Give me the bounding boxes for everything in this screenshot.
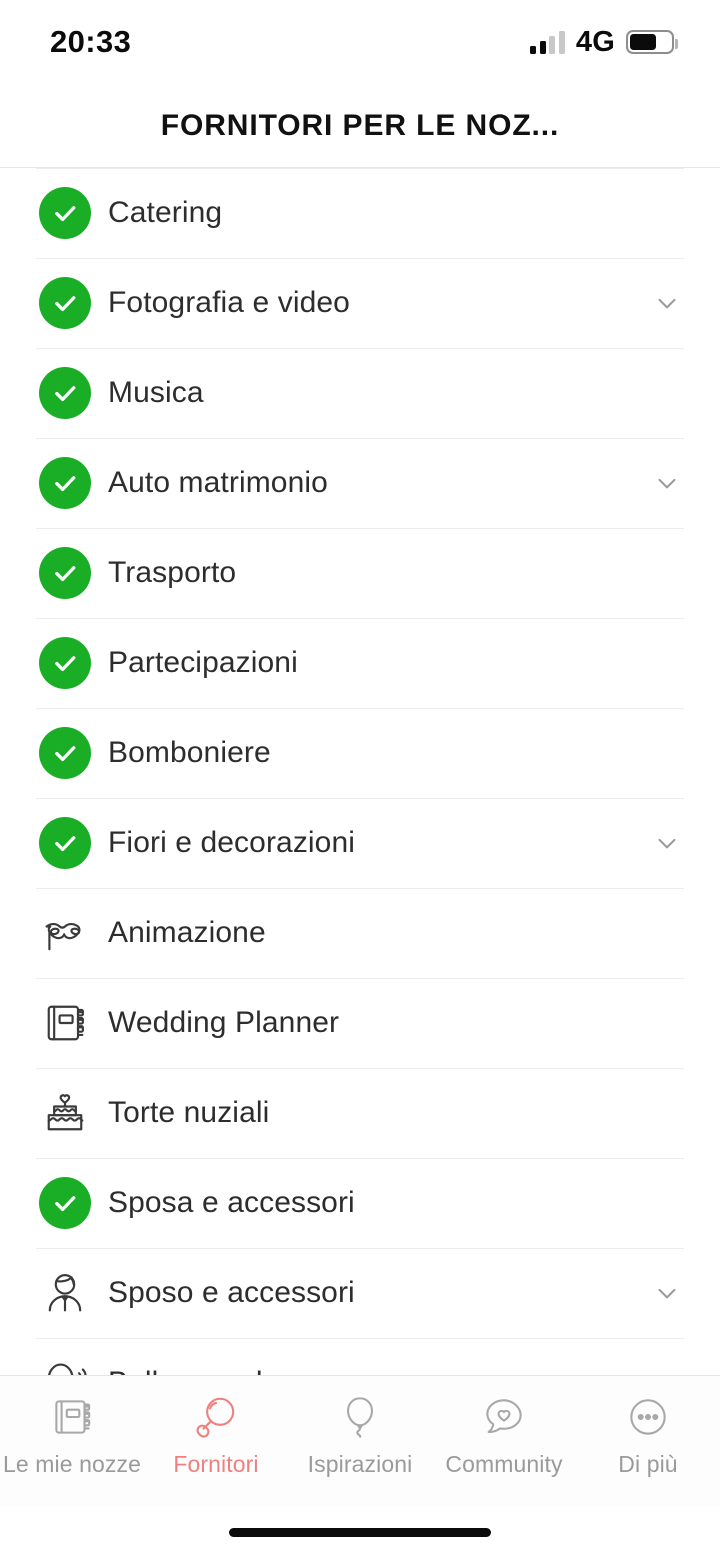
list-item-label: Wedding Planner (108, 1006, 340, 1039)
speech-bubble-heart-icon (479, 1390, 529, 1444)
phone-screen: 20:33 4G FORNITORI PER LE NOZ... Caterin… (0, 0, 720, 1557)
bottom-navigation-bar[interactable]: Le mie nozze Fornitori Ispirazioni Communit… (0, 1375, 720, 1507)
tab-fornitori[interactable]: Fornitori (144, 1390, 288, 1478)
groom-icon (36, 1264, 94, 1322)
chevron-down-icon[interactable] (650, 828, 684, 858)
check-circle-icon (36, 544, 94, 602)
list-item[interactable]: Musica (0, 348, 720, 438)
tab-label: Le mie nozze (3, 1451, 141, 1477)
tab-community[interactable]: Community (432, 1390, 576, 1478)
check-circle-icon (36, 364, 94, 422)
list-item-label: Fiori e decorazioni (108, 826, 356, 859)
chevron-down-icon[interactable] (650, 468, 684, 498)
carnival-mask-icon (36, 904, 94, 962)
home-indicator (0, 1507, 720, 1557)
list-item[interactable]: Bellezza e benessere (0, 1338, 720, 1375)
list-item[interactable]: Torte nuziali (0, 1068, 720, 1158)
list-item[interactable]: Animazione (0, 888, 720, 978)
tab-di-pi[interactable]: Di più (576, 1390, 720, 1478)
tab-label: Community (445, 1451, 563, 1477)
list-item-label: Torte nuziali (108, 1096, 270, 1129)
list-item-label: Bomboniere (108, 736, 271, 769)
notebook-icon (36, 994, 94, 1052)
tab-ispirazioni[interactable]: Ispirazioni (288, 1390, 432, 1478)
list-item[interactable]: Auto matrimonio (0, 438, 720, 528)
tab-label: Ispirazioni (307, 1451, 413, 1477)
list-item-label: Auto matrimonio (108, 466, 328, 499)
list-item[interactable]: Fiori e decorazioni (0, 798, 720, 888)
list-item-label: Catering (108, 196, 223, 229)
app-header: FORNITORI PER LE NOZ... (0, 84, 720, 168)
notebook-icon (47, 1390, 97, 1444)
check-circle-icon (36, 1174, 94, 1232)
list-item[interactable]: Bomboniere (0, 708, 720, 798)
list-item-label: Partecipazioni (108, 646, 298, 679)
check-circle-icon (36, 814, 94, 872)
check-circle-icon (36, 274, 94, 332)
list-item-label: Animazione (108, 916, 266, 949)
cellular-signal-icon (530, 30, 565, 54)
list-item[interactable]: Wedding Planner (0, 978, 720, 1068)
list-item-label: Musica (108, 376, 204, 409)
more-dots-circle-icon (623, 1390, 673, 1444)
page-title: FORNITORI PER LE NOZ... (160, 108, 560, 142)
tab-label: Di più (618, 1451, 678, 1477)
list-item[interactable]: Partecipazioni (0, 618, 720, 708)
network-type-label: 4G (575, 25, 615, 58)
list-item-label: Bellezza e benessere (108, 1366, 650, 1375)
status-bar: 20:33 4G (0, 0, 720, 84)
balloon-icon (335, 1390, 385, 1444)
magnifier-icon (191, 1390, 241, 1444)
list-item[interactable]: Sposo e accessori (0, 1248, 720, 1338)
list-item-label: Sposa e accessori (108, 1186, 355, 1219)
vendor-category-list[interactable]: Catering Fotografia e video Musica Auto mat… (0, 168, 720, 1375)
chevron-down-icon[interactable] (650, 1278, 684, 1308)
chevron-down-icon[interactable] (650, 288, 684, 318)
check-circle-icon (36, 454, 94, 512)
status-bar-clock: 20:33 (50, 24, 132, 59)
check-circle-icon (36, 634, 94, 692)
list-item-label: Trasporto (108, 556, 237, 589)
wedding-cake-icon (36, 1084, 94, 1142)
list-item-label: Sposo e accessori (108, 1276, 355, 1309)
chevron-down-icon[interactable] (650, 1368, 684, 1375)
tab-label: Fornitori (173, 1451, 259, 1477)
list-item-label: Fotografia e video (108, 286, 350, 319)
list-item[interactable]: Catering (0, 168, 720, 258)
tab-le-mie-nozze[interactable]: Le mie nozze (0, 1390, 144, 1478)
beauty-mirror-icon (36, 1354, 94, 1375)
battery-icon (626, 30, 678, 54)
list-item[interactable]: Sposa e accessori (0, 1158, 720, 1248)
list-item[interactable]: Trasporto (0, 528, 720, 618)
list-item[interactable]: Fotografia e video (0, 258, 720, 348)
check-circle-icon (36, 724, 94, 782)
status-bar-indicators: 4G (530, 25, 678, 59)
check-circle-icon (36, 184, 94, 242)
